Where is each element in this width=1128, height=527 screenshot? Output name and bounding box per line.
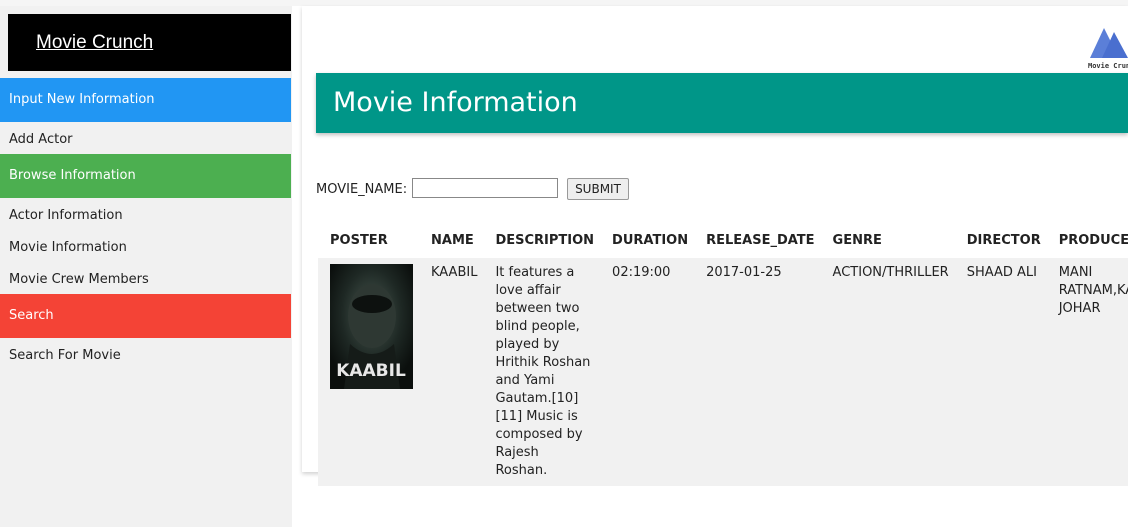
brand-link[interactable]: Movie Crunch — [36, 32, 153, 54]
submit-button[interactable]: SUBMIT — [567, 178, 629, 200]
sidebar-item-movie-information[interactable]: Movie Information — [9, 240, 127, 255]
logo-m-icon — [1090, 28, 1128, 58]
section-browse-information[interactable]: Browse Information — [0, 154, 291, 198]
poster-cell: KAABIL — [318, 258, 419, 486]
movie-name-input[interactable] — [412, 178, 558, 198]
section-input-new-information[interactable]: Input New Information — [0, 78, 291, 122]
cell-producer: MANI RATNAM,KARAN JOHAR — [1046, 258, 1128, 486]
sidebar-item-actor-information[interactable]: Actor Information — [9, 208, 123, 223]
cell-duration: 02:19:00 — [600, 258, 695, 486]
header-genre: GENRE — [832, 232, 882, 248]
header-duration: DURATION — [612, 232, 689, 248]
table-row: KAABIL KAABIL It features a love affair … — [318, 258, 1128, 486]
cell-director: SHAAD ALI — [954, 258, 1047, 486]
title-bar: Movie Information — [316, 73, 1128, 133]
sidebar-item-movie-crew-members[interactable]: Movie Crew Members — [9, 272, 149, 287]
poster-title-text: KAABIL — [336, 361, 406, 381]
movie-name-label: MOVIE_NAME: — [316, 182, 408, 197]
cell-description: It features a love affair between two bl… — [483, 258, 601, 486]
section-search[interactable]: Search — [0, 294, 291, 338]
header-producer: PRODUCER — [1058, 232, 1128, 248]
main-panel: Movie Crunch Movie Information MOVIE_NAM… — [302, 6, 1128, 486]
cell-release-date: 2017-01-25 — [694, 258, 821, 486]
page-title: Movie Information — [333, 87, 578, 118]
logo-text: Movie Crunch — [1088, 62, 1128, 70]
sidebar-item-add-actor[interactable]: Add Actor — [9, 132, 73, 147]
brand-bar: Movie Crunch — [8, 14, 291, 71]
header-director: DIRECTOR — [966, 232, 1041, 248]
header-poster: POSTER — [330, 232, 388, 248]
header-name: NAME — [431, 232, 474, 248]
poster-art: KAABIL — [330, 264, 413, 389]
movie-poster-image: KAABIL — [330, 264, 413, 389]
cell-name: KAABIL — [419, 258, 484, 486]
header-description: DESCRIPTION — [495, 232, 595, 248]
movie-crunch-logo: Movie Crunch — [1086, 24, 1128, 70]
sidebar-item-search-for-movie[interactable]: Search For Movie — [9, 348, 121, 363]
cell-genre: ACTION/THRILLER — [820, 258, 955, 486]
movie-table: POSTER NAME DESCRIPTION DURATION RELEASE… — [318, 227, 1128, 486]
header-release-date: RELEASE_DATE — [706, 232, 815, 248]
table-header-row: POSTER NAME DESCRIPTION DURATION RELEASE… — [318, 227, 1128, 258]
sidebar: Movie Crunch Input New Information Add A… — [0, 6, 292, 527]
